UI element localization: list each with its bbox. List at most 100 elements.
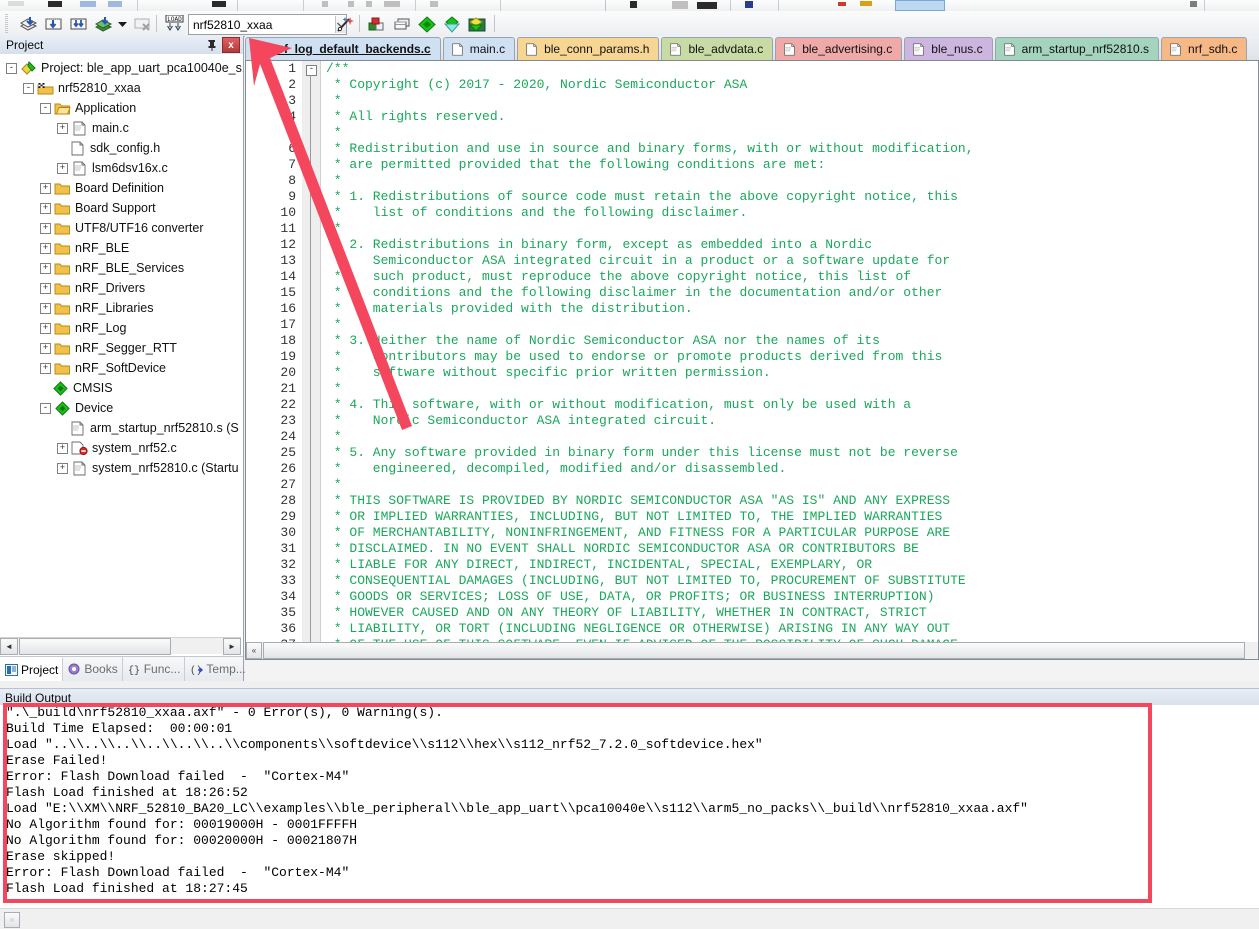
code-line[interactable]: * — [326, 429, 1258, 445]
tree-item-nrf-log[interactable]: + nRF_Log — [0, 318, 243, 338]
rebuild-button[interactable] — [67, 14, 89, 34]
expand-toggle-icon[interactable]: + — [40, 182, 51, 194]
editor-tab-ble-nus-c[interactable]: ble_nus.c — [904, 37, 993, 60]
tree-item-arm-startup-nrf52810-s-s[interactable]: arm_startup_nrf52810.s (S — [0, 418, 243, 438]
editor-tab-nrf-log-default-backends-c[interactable]: nrf_log_default_backends.c — [245, 37, 441, 60]
code-line[interactable]: * GOODS OR SERVICES; LOSS OF USE, DATA, … — [326, 589, 1258, 605]
tree-item-cmsis[interactable]: CMSIS — [0, 378, 243, 398]
build-output-line[interactable]: Build Time Elapsed: 00:00:01 — [0, 721, 1259, 737]
code-line[interactable]: * — [326, 125, 1258, 141]
target-select-input[interactable] — [189, 16, 335, 33]
code-line[interactable]: * — [326, 221, 1258, 237]
code-editor[interactable]: 1 2 3 4 5 6 7 8 9 10 11 12 13 14 15 16 17 18 19 20 21 22 23 24 2… — [245, 60, 1259, 660]
build-output-line[interactable]: Erase Failed! — [0, 753, 1259, 769]
tree-item-board-support[interactable]: + Board Support — [0, 198, 243, 218]
code-line[interactable]: * — [326, 173, 1258, 189]
expand-toggle-icon[interactable]: + — [57, 442, 68, 454]
code-line[interactable]: * — [326, 317, 1258, 333]
expand-toggle-icon[interactable]: + — [40, 302, 51, 314]
project-tree[interactable]: - Project: ble_app_uart_pca10040e_s11- nrf… — [0, 54, 243, 648]
code-line[interactable]: * materials provided with the distributi… — [326, 301, 1258, 317]
code-line[interactable]: * 5. Any software provided in binary for… — [326, 445, 1258, 461]
code-folding-column[interactable]: - — [302, 61, 321, 659]
code-line[interactable]: * software without specific prior writte… — [326, 365, 1258, 381]
tree-item-board-definition[interactable]: + Board Definition — [0, 178, 243, 198]
code-line[interactable]: * CONSEQUENTIAL DAMAGES (INCLUDING, BUT … — [326, 573, 1258, 589]
expand-toggle-icon[interactable]: + — [40, 342, 51, 354]
editor-tab-ble-advdata-c[interactable]: ble_advdata.c — [661, 37, 774, 60]
scroll-right-button[interactable]: ► — [223, 637, 241, 655]
batch-build-button[interactable] — [92, 14, 114, 34]
build-output-line[interactable]: Flash Load finished at 18:26:52 — [0, 785, 1259, 801]
code-line[interactable]: * such product, must reproduce the above… — [326, 269, 1258, 285]
translate-button[interactable] — [17, 14, 39, 34]
build-output-line[interactable]: Load "E:\\XM\\NRF_52810_BA20_LC\\example… — [0, 801, 1259, 817]
code-line[interactable]: * conditions and the following disclaime… — [326, 285, 1258, 301]
tree-item-nrf52810-xxaa[interactable]: - nrf52810_xxaa — [0, 78, 243, 98]
code-line[interactable]: * LIABILITY, OR TORT (INCLUDING NEGLIGEN… — [326, 621, 1258, 637]
expand-toggle-icon[interactable]: + — [40, 222, 51, 234]
collapse-toggle-icon[interactable]: - — [40, 102, 51, 114]
project-tab-temp[interactable]: () Temp... — [185, 657, 251, 681]
code-line[interactable]: * engineered, decompiled, modified and/o… — [326, 461, 1258, 477]
build-output-text[interactable]: ".\_build\nrf52810_xxaa.axf" - 0 Error(s… — [0, 705, 1259, 908]
expand-toggle-icon[interactable]: + — [57, 462, 68, 474]
build-output-scroll-left-button[interactable]: « — [4, 911, 20, 928]
code-line[interactable]: * 1. Redistributions of source code must… — [326, 189, 1258, 205]
hscroll-thumb[interactable] — [19, 637, 171, 655]
expand-toggle-icon[interactable]: + — [57, 162, 68, 174]
code-line[interactable]: * HOWEVER CAUSED AND ON ANY THEORY OF LI… — [326, 605, 1258, 621]
collapse-toggle-icon[interactable]: - — [40, 402, 51, 414]
tree-item-application[interactable]: - Application — [0, 98, 243, 118]
build-output-line[interactable]: No Algorithm found for: 00020000H - 0002… — [0, 833, 1259, 849]
build-output-line[interactable]: Error: Flash Download failed - "Cortex-M… — [0, 865, 1259, 881]
project-tab-project[interactable]: Project — [0, 657, 64, 681]
project-tab-func[interactable]: {} Func... — [123, 657, 186, 681]
code-line[interactable]: * DISCLAIMED. IN NO EVENT SHALL NORDIC S… — [326, 541, 1258, 557]
code-line[interactable]: * Redistribution and use in source and b… — [326, 141, 1258, 157]
scroll-left-button[interactable]: ◄ — [0, 637, 18, 655]
code-line[interactable]: * — [326, 381, 1258, 397]
tree-item-nrf-segger-rtt[interactable]: + nRF_Segger_RTT — [0, 338, 243, 358]
pack-installer-button[interactable] — [466, 14, 488, 34]
code-line[interactable]: * — [326, 477, 1258, 493]
build-output-hscrollbar[interactable]: « — [0, 908, 1259, 929]
expand-toggle-icon[interactable]: + — [40, 242, 51, 254]
expand-toggle-icon[interactable]: + — [40, 262, 51, 274]
code-line[interactable]: * are permitted provided that the follow… — [326, 157, 1258, 173]
close-icon[interactable]: x — [222, 37, 240, 53]
tree-item-nrf-ble[interactable]: + nRF_BLE — [0, 238, 243, 258]
code-line[interactable]: * — [326, 93, 1258, 109]
tree-item-sdk-config-h[interactable]: sdk_config.h — [0, 138, 243, 158]
editor-hscrollbar[interactable]: « — [246, 642, 1258, 659]
expand-toggle-icon[interactable]: + — [40, 362, 51, 374]
editor-tab-ble-advertising-c[interactable]: ble_advertising.c — [775, 37, 903, 60]
code-line[interactable]: /** — [326, 61, 1258, 77]
project-tab-books[interactable]: Books — [63, 657, 123, 681]
expand-toggle-icon[interactable]: + — [57, 122, 68, 134]
tree-item-main-c[interactable]: + main.c — [0, 118, 243, 138]
batch-build-dropdown[interactable] — [116, 14, 128, 34]
toolbar-grip[interactable] — [5, 14, 8, 33]
code-line[interactable]: * 3. Neither the name of Nordic Semicond… — [326, 333, 1258, 349]
editor-tabbar[interactable]: nrf_log_default_backends.c main.c ble_conn… — [245, 36, 1259, 61]
editor-scroll-left-button[interactable]: « — [246, 642, 262, 659]
build-output-line[interactable]: No Algorithm found for: 00019000H - 0001… — [0, 817, 1259, 833]
target-select-combo[interactable] — [188, 14, 347, 35]
build-output-line[interactable]: ".\_build\nrf52810_xxaa.axf" - 0 Error(s… — [0, 705, 1259, 721]
code-line[interactable]: * Semiconductor ASA integrated circuit i… — [326, 253, 1258, 269]
tree-item-device[interactable]: - Device — [0, 398, 243, 418]
code-line[interactable]: * Copyright (c) 2017 - 2020, Nordic Semi… — [326, 77, 1258, 93]
manage-project-items-button[interactable] — [366, 14, 388, 34]
code-line[interactable]: * Nordic Semiconductor ASA integrated ci… — [326, 413, 1258, 429]
load-button[interactable]: LOAD — [163, 14, 185, 34]
manage-run-time-environment-button[interactable] — [416, 14, 438, 34]
tree-item-utf8-utf16-converter[interactable]: + UTF8/UTF16 converter — [0, 218, 243, 238]
expand-toggle-icon[interactable]: + — [40, 282, 51, 294]
code-line[interactable]: * OR IMPLIED WARRANTIES, INCLUDING, BUT … — [326, 509, 1258, 525]
code-line[interactable]: * All rights reserved. — [326, 109, 1258, 125]
editor-tab-main-c[interactable]: main.c — [442, 37, 516, 60]
stop-build-button[interactable] — [131, 14, 153, 34]
code-line[interactable]: * 4. This software, with or without modi… — [326, 397, 1258, 413]
tree-item-nrf-ble-services[interactable]: + nRF_BLE_Services — [0, 258, 243, 278]
